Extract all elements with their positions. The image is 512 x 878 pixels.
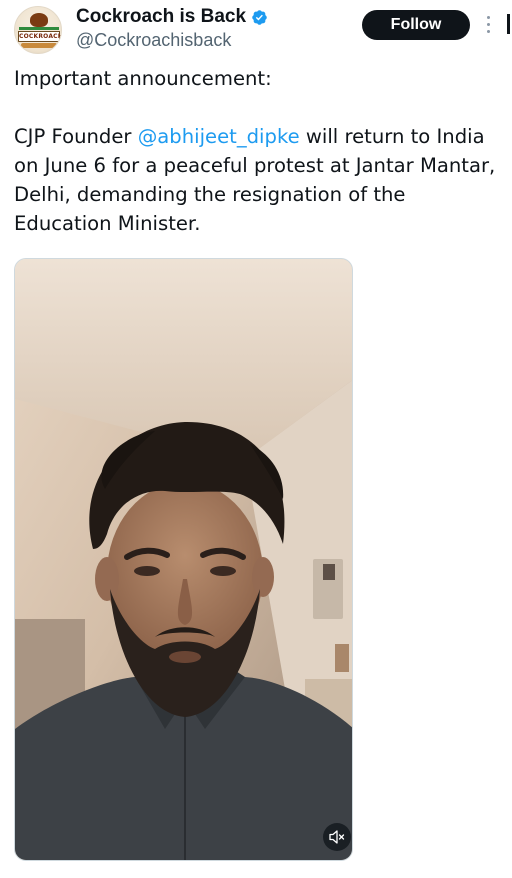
tweet-card: COCKROACH Cockroach is Back @Cockroachis…	[0, 0, 512, 878]
author-display-name[interactable]: Cockroach is Back	[76, 6, 246, 28]
author-name-row[interactable]: Cockroach is Back	[76, 6, 268, 28]
logo-stripe	[19, 27, 59, 30]
tweet-header: COCKROACH Cockroach is Back @Cockroachis…	[0, 0, 512, 60]
speaker-muted-icon	[329, 830, 345, 844]
more-options-icon[interactable]	[480, 12, 496, 38]
verified-badge-icon	[252, 9, 267, 25]
mention-link[interactable]: @abhijeet_dipke	[138, 125, 300, 148]
edge-divider	[507, 14, 510, 34]
tweet-paragraph: Important announcement:	[14, 67, 272, 90]
logo-banner	[21, 43, 57, 48]
follow-button[interactable]: Follow	[362, 10, 470, 40]
video-player[interactable]	[14, 258, 353, 861]
tweet-body: Important announcement: CJP Founder @abh…	[14, 64, 504, 238]
author-handle[interactable]: @Cockroachisback	[76, 30, 231, 51]
cockroach-logo-icon	[30, 13, 48, 27]
tweet-paragraph: CJP Founder @abhijeet_dipke will return …	[14, 122, 504, 238]
tweet-text-segment: CJP Founder	[14, 125, 138, 148]
avatar-wordmark: COCKROACH	[18, 31, 62, 42]
mute-toggle-button[interactable]	[323, 823, 351, 851]
author-avatar[interactable]: COCKROACH	[14, 6, 62, 54]
video-frame	[15, 259, 352, 860]
